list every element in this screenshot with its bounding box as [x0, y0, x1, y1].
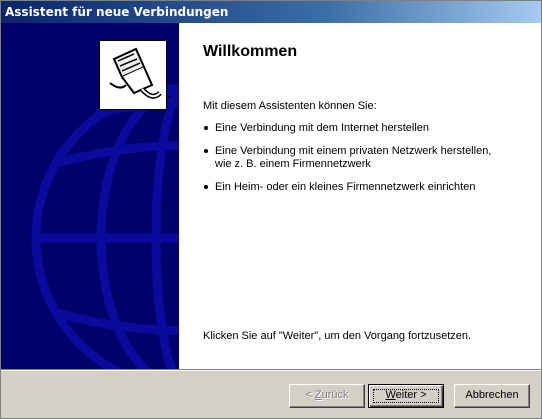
list-item-text-continued: wie z. B. einem Firmennetzwerk	[215, 158, 371, 170]
right-panel: Willkommen Mit diesem Assistenten können…	[179, 23, 541, 369]
list-item-text: Eine Verbindung mit dem Internet herstel…	[215, 122, 430, 134]
wizard-window: Assistent für neue Verbindungen Willkomm…	[0, 0, 542, 419]
list-item: Eine Verbindung mit einem privaten Netzw…	[203, 145, 533, 171]
continue-hint: Klicken Sie auf "Weiter", um den Vorgang…	[203, 330, 472, 342]
next-button[interactable]: Weiter >	[368, 384, 444, 408]
back-button[interactable]: < Zurück	[289, 384, 365, 408]
logo-tile	[99, 40, 167, 110]
cancel-button[interactable]: Abbrechen	[454, 384, 530, 408]
next-button-label: Weiter >	[385, 389, 427, 401]
bullet-icon	[204, 126, 208, 130]
button-separator	[1, 369, 541, 371]
bullet-icon	[204, 149, 208, 153]
side-panel	[1, 23, 179, 369]
list-item: Ein Heim- oder ein kleines Firmennetzwer…	[203, 181, 533, 194]
list-item-text: Eine Verbindung mit einem privaten Netzw…	[215, 145, 492, 157]
page-title: Willkommen	[203, 43, 298, 60]
wizard-content: Willkommen Mit diesem Assistenten können…	[1, 23, 541, 369]
network-cable-plug-icon	[109, 47, 162, 99]
list-item: Eine Verbindung mit dem Internet herstel…	[203, 122, 533, 135]
back-button-label: < Zurück	[305, 389, 349, 401]
bullet-icon	[204, 185, 208, 189]
list-item-text: Ein Heim- oder ein kleines Firmennetzwer…	[215, 181, 476, 193]
title-bar[interactable]: Assistent für neue Verbindungen	[1, 1, 541, 23]
intro-text: Mit diesem Assistenten können Sie:	[203, 100, 377, 112]
feature-list: Eine Verbindung mit dem Internet herstel…	[203, 122, 533, 204]
